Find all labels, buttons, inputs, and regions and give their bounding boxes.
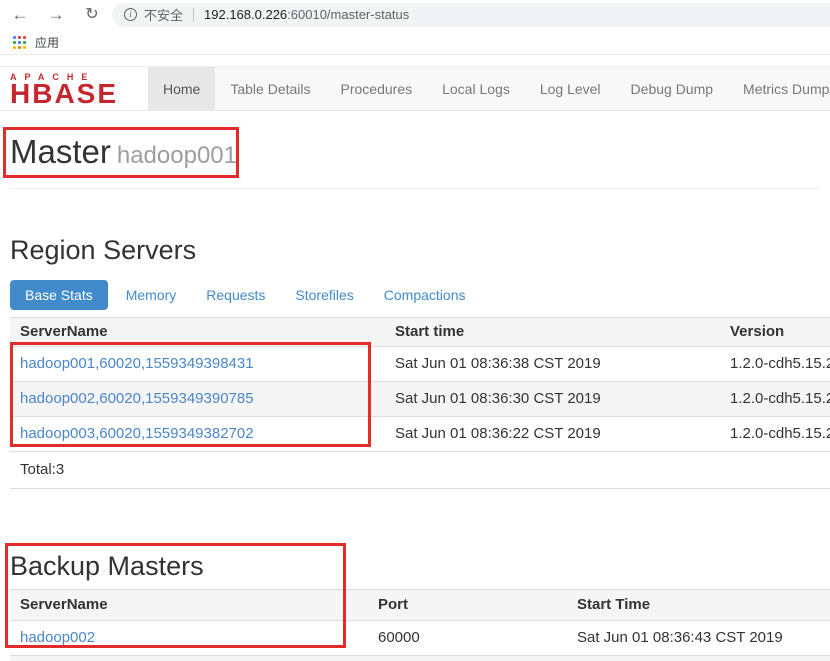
backup-masters-heading: Backup Masters xyxy=(10,551,830,581)
region-server-link[interactable]: hadoop001,60020,1559349398431 xyxy=(20,355,254,372)
version-cell: 1.2.0-cdh5.15.2 xyxy=(720,347,830,382)
nav-item-procedures[interactable]: Procedures xyxy=(326,67,428,110)
start-time-cell: Sat Jun 01 08:36:30 CST 2019 xyxy=(385,382,720,417)
region-server-link[interactable]: hadoop002,60020,1559349390785 xyxy=(20,390,254,407)
tab-memory[interactable]: Memory xyxy=(111,281,192,309)
region-server-link[interactable]: hadoop003,60020,1559349382702 xyxy=(20,425,254,442)
hbase-logo-hbase-text: HBASE xyxy=(10,82,148,106)
page-title: Masterhadoop001 xyxy=(10,129,820,179)
reload-icon[interactable]: ↻ xyxy=(80,3,104,27)
column-header-servername: ServerName xyxy=(10,318,385,347)
region-servers-heading: Region Servers xyxy=(10,235,830,265)
start-time-cell: Sat Jun 01 08:36:43 CST 2019 xyxy=(567,621,830,656)
table-row: hadoop002 60000 Sat Jun 01 08:36:43 CST … xyxy=(10,621,830,656)
browser-window: ← → ↻ i 不安全 192.168.0.226:60010/master-s… xyxy=(0,0,830,661)
table-row: hadoop003,60020,1559349382702 Sat Jun 01… xyxy=(10,417,830,452)
forward-icon[interactable]: → xyxy=(44,3,68,27)
column-header-version: Version xyxy=(720,318,830,347)
url-path: :60010/master-status xyxy=(287,7,409,22)
tab-compactions[interactable]: Compactions xyxy=(369,281,481,309)
browser-toolbar: ← → ↻ i 不安全 192.168.0.226:60010/master-s… xyxy=(0,0,830,29)
hbase-logo[interactable]: APACHE HBASE xyxy=(0,67,148,110)
region-servers-table: ServerName Start time Version hadoop001,… xyxy=(10,317,830,489)
url-text: 192.168.0.226:60010/master-status xyxy=(204,7,409,22)
tab-requests[interactable]: Requests xyxy=(191,281,280,309)
nav-item-local-logs[interactable]: Local Logs xyxy=(427,67,525,110)
page-content: Masterhadoop001 Region Servers Base Stat… xyxy=(0,129,830,661)
region-servers-header-row: ServerName Start time Version xyxy=(10,318,830,347)
region-servers-tabs: Base Stats Memory Requests Storefiles Co… xyxy=(10,280,830,310)
column-header-port: Port xyxy=(368,590,567,621)
nav-item-metrics-dump[interactable]: Metrics Dump xyxy=(728,67,830,110)
hbase-navbar: APACHE HBASE Home Table Details Procedur… xyxy=(0,66,830,111)
security-label: 不安全 xyxy=(144,5,183,24)
page-header: Masterhadoop001 xyxy=(10,129,820,189)
tab-storefiles[interactable]: Storefiles xyxy=(280,281,368,309)
bookmarks-bar: 应用 xyxy=(0,29,830,55)
total-label: Total:3 xyxy=(10,452,830,489)
page-title-text: Master xyxy=(10,133,111,170)
version-cell: 1.2.0-cdh5.15.2 xyxy=(720,417,830,452)
tab-base-stats[interactable]: Base Stats xyxy=(10,280,108,310)
start-time-cell: Sat Jun 01 08:36:38 CST 2019 xyxy=(385,347,720,382)
column-header-servername: ServerName xyxy=(10,590,368,621)
nav-item-home[interactable]: Home xyxy=(148,67,215,110)
page-title-hostname: hadoop001 xyxy=(117,142,237,169)
table-row-partial xyxy=(10,656,830,661)
table-row: hadoop002,60020,1559349390785 Sat Jun 01… xyxy=(10,382,830,417)
backup-master-link[interactable]: hadoop002 xyxy=(20,629,95,646)
back-icon[interactable]: ← xyxy=(8,3,32,27)
nav-item-debug-dump[interactable]: Debug Dump xyxy=(616,67,729,110)
column-header-start-time: Start time xyxy=(385,318,720,347)
apps-grid-icon[interactable] xyxy=(13,36,26,49)
total-row: Total:3 xyxy=(10,452,830,489)
page-info-icon[interactable]: i xyxy=(124,8,137,21)
version-cell: 1.2.0-cdh5.15.2 xyxy=(720,382,830,417)
omnibox-divider xyxy=(193,8,194,22)
chrome-gap xyxy=(0,55,830,66)
nav-item-table-details[interactable]: Table Details xyxy=(215,67,325,110)
port-cell: 60000 xyxy=(368,621,567,656)
column-header-start-time: Start Time xyxy=(567,590,830,621)
nav-item-log-level[interactable]: Log Level xyxy=(525,67,616,110)
apps-bookmark-label[interactable]: 应用 xyxy=(35,34,59,51)
browser-chrome: ← → ↻ i 不安全 192.168.0.226:60010/master-s… xyxy=(0,0,830,55)
start-time-cell: Sat Jun 01 08:36:22 CST 2019 xyxy=(385,417,720,452)
table-row: hadoop001,60020,1559349398431 Sat Jun 01… xyxy=(10,347,830,382)
address-bar[interactable]: i 不安全 192.168.0.226:60010/master-status xyxy=(112,3,830,27)
backup-masters-header-row: ServerName Port Start Time xyxy=(10,590,830,621)
url-host: 192.168.0.226 xyxy=(204,7,287,22)
backup-masters-table: ServerName Port Start Time hadoop002 600… xyxy=(10,589,830,661)
